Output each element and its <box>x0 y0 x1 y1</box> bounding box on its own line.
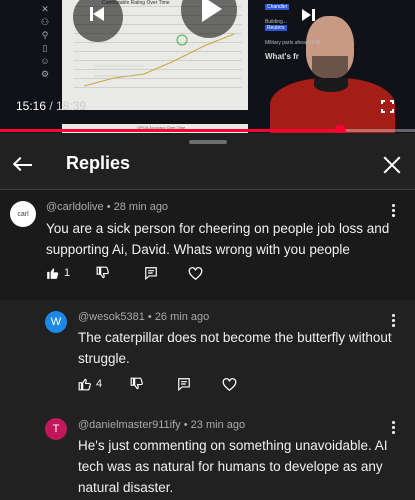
comment-actions: 4 <box>78 377 258 397</box>
people-icon: ⚇ <box>40 17 50 27</box>
more-options-icon[interactable] <box>392 421 396 435</box>
comment-text: The caterpillar does not become the butt… <box>78 330 392 366</box>
drag-handle[interactable] <box>189 140 227 144</box>
meta-separator: • <box>147 311 152 323</box>
parent-comment: carl @carldolive • 28 min ago You are a … <box>0 190 415 300</box>
progress-fill <box>0 129 341 132</box>
comment-text: He's just commenting on something unavoi… <box>78 438 388 495</box>
slide-side-icons: ✕ ⚇ ⚲ ▯ ☺ ⚙ <box>38 4 52 82</box>
news-item: Chandler Building... <box>265 4 375 25</box>
dislike-icon[interactable] <box>96 266 110 280</box>
dislike-icon[interactable] <box>130 377 144 391</box>
comment-meta: @danielmaster911ify • 23 min ago <box>78 419 245 431</box>
heart-icon[interactable] <box>222 377 237 391</box>
replies-panel: Replies carl @carldolive • 28 min ago Yo… <box>0 133 415 500</box>
time-display: 15:16 / 18:39 <box>16 99 87 113</box>
avatar[interactable]: T <box>45 418 67 440</box>
total-time: 18:39 <box>56 99 87 113</box>
avatar[interactable]: W <box>45 311 67 333</box>
like-icon[interactable] <box>46 266 60 280</box>
next-button[interactable] <box>300 7 318 23</box>
more-options-icon[interactable] <box>392 204 396 218</box>
like-count: 1 <box>64 267 71 279</box>
bookmark-icon: ▯ <box>42 43 48 53</box>
comment-time: 26 min ago <box>154 311 210 323</box>
replies-title: Replies <box>66 153 131 173</box>
like-icon[interactable] <box>78 377 92 391</box>
avatar-letter: T <box>52 423 60 435</box>
close-icon[interactable] <box>383 156 401 174</box>
news-tag: Reuters <box>265 25 287 31</box>
comment-text: You are a sick person for cheering on pe… <box>46 221 390 257</box>
news-tag: Chandler <box>265 4 290 10</box>
comment-author[interactable]: @carldolive <box>46 201 104 213</box>
like-count: 4 <box>96 378 103 390</box>
current-time: 15:16 <box>16 99 47 113</box>
avatar-letter: W <box>50 316 62 328</box>
more-options-icon[interactable] <box>392 314 396 328</box>
comment-author[interactable]: @wesok5381 <box>78 311 145 323</box>
back-arrow-icon[interactable] <box>12 155 32 175</box>
reply-comment: T @danielmaster911ify • 23 min ago He's … <box>0 411 415 500</box>
news-text: Military parts ahead of Bi... <box>265 40 325 46</box>
progress-scrubber[interactable] <box>335 125 347 133</box>
comment-meta: @wesok5381 • 26 min ago <box>78 311 209 323</box>
settings-icon: ⚙ <box>40 69 50 79</box>
slide-news-panel: Chandler Building... Reuters Military pa… <box>265 4 375 61</box>
fullscreen-icon[interactable] <box>381 100 394 113</box>
avatar[interactable]: carl <box>10 201 36 227</box>
presenter-collar <box>314 78 348 92</box>
reply-comment: W @wesok5381 • 26 min ago The caterpilla… <box>0 300 415 400</box>
heart-icon[interactable] <box>188 266 203 280</box>
news-heading: What's fr <box>265 52 299 61</box>
comment-actions: 1 <box>46 266 226 286</box>
reply-icon[interactable] <box>144 266 158 280</box>
meta-separator: • <box>106 201 111 213</box>
avatar-text: carl <box>17 210 29 218</box>
news-item: Reuters Military parts ahead of Bi... <box>265 25 375 46</box>
x-icon: ✕ <box>41 4 49 14</box>
meta-separator: • <box>183 419 188 431</box>
comment-time: 23 min ago <box>190 419 246 431</box>
progress-bar[interactable] <box>0 125 415 133</box>
replies-header: Replies <box>0 147 415 187</box>
reply-icon[interactable] <box>177 377 191 391</box>
bell-icon: ⚲ <box>41 30 49 40</box>
smile-icon: ☺ <box>40 56 50 66</box>
comment-time: 28 min ago <box>113 201 169 213</box>
video-player[interactable]: ✕ ⚇ ⚲ ▯ ☺ ⚙ Comfortable Rating Over Time… <box>0 0 415 133</box>
comment-meta: @carldolive • 28 min ago <box>46 201 168 213</box>
comment-author[interactable]: @danielmaster911ify <box>78 419 181 431</box>
